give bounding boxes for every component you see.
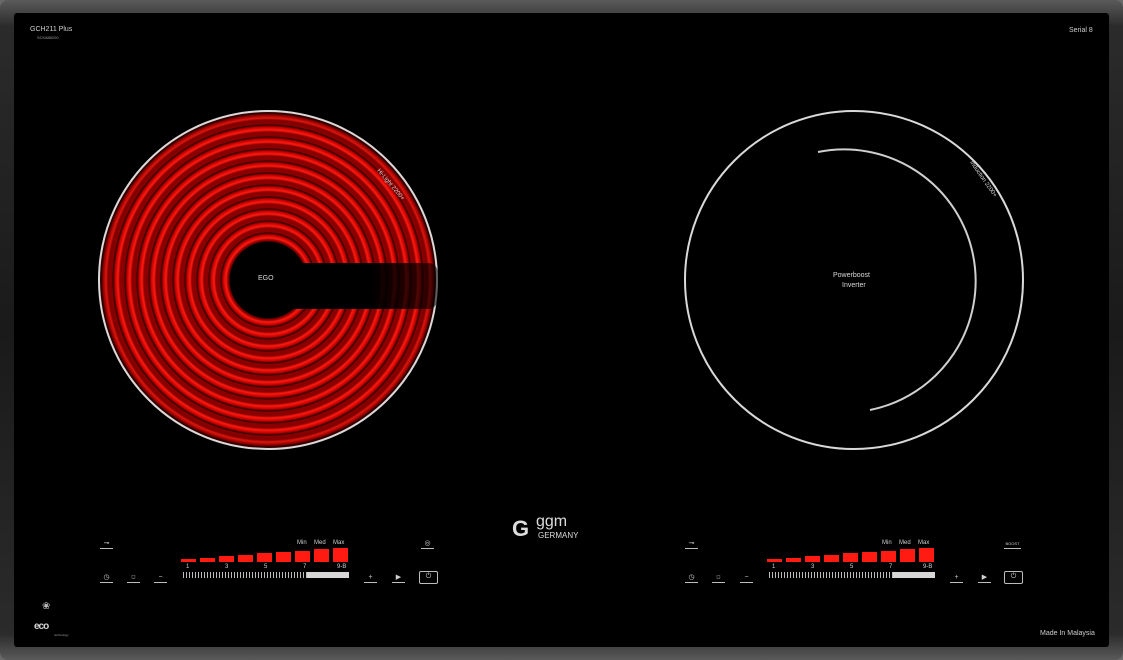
left-power-icon[interactable]: ⏻ xyxy=(419,571,438,584)
right-scale-5: 5 xyxy=(850,564,854,570)
left-scale-1: 1 xyxy=(186,564,190,570)
power-level-bar xyxy=(862,552,877,562)
right-level-max: Max xyxy=(918,540,930,546)
model-code: SCK888200 xyxy=(37,35,59,40)
right-power-icon[interactable]: ⏻ xyxy=(1004,571,1023,584)
left-zone-gap xyxy=(270,263,438,309)
eco-label: eco xyxy=(34,621,49,632)
left-minus-button[interactable]: − xyxy=(154,573,167,583)
power-level-bar xyxy=(314,549,329,562)
left-power-bars xyxy=(181,548,350,562)
right-zone-center-line1: Powerboost xyxy=(833,272,870,279)
power-level-bar xyxy=(276,552,291,562)
right-boost-icon[interactable]: BOOST xyxy=(1004,539,1021,549)
right-pause-icon[interactable]: ▶ xyxy=(978,573,991,583)
right-lock-key-icon[interactable]: ⊸ xyxy=(685,539,698,549)
serial-label: Serial 8 xyxy=(1069,27,1093,34)
left-scale-7: 7 xyxy=(303,564,307,570)
power-level-bar xyxy=(805,556,820,562)
power-level-bar xyxy=(333,548,348,562)
leaf-icon: ❀ xyxy=(42,601,51,612)
left-zone-center-label: EGO xyxy=(258,275,274,282)
power-level-bar xyxy=(257,553,272,562)
ggm-logo-letter: G xyxy=(512,516,530,541)
right-plus-button[interactable]: + xyxy=(950,573,963,583)
left-slider-fill xyxy=(307,572,349,578)
left-zone-size-icon[interactable]: ◻ xyxy=(127,573,140,583)
left-scale-3: 3 xyxy=(225,564,229,570)
brand-country: GERMANY xyxy=(538,531,579,540)
right-zone-center-line2: Inverter xyxy=(842,282,866,289)
left-plus-button[interactable]: + xyxy=(364,573,377,583)
power-level-bar xyxy=(824,555,839,562)
right-scale-7: 7 xyxy=(889,564,893,570)
right-scale-1: 1 xyxy=(772,564,776,570)
power-level-bar xyxy=(900,549,915,562)
right-timer-clock-icon[interactable]: ◷ xyxy=(685,573,698,583)
power-level-bar xyxy=(200,558,215,562)
left-scale-5: 5 xyxy=(264,564,268,570)
right-zone-size-icon[interactable]: ◻ xyxy=(712,573,725,583)
right-scale-3: 3 xyxy=(811,564,815,570)
right-power-bars xyxy=(767,548,936,562)
right-slider-fill xyxy=(893,572,935,578)
power-level-bar xyxy=(238,555,253,562)
power-level-bar xyxy=(181,559,196,562)
left-timer-clock-icon[interactable]: ◷ xyxy=(100,573,113,583)
left-lock-key-icon[interactable]: ⊸ xyxy=(100,539,113,549)
left-level-min: Min xyxy=(297,540,307,546)
power-level-bar xyxy=(295,551,310,562)
left-scale-9b: 9-B xyxy=(337,564,347,570)
brand-name: ggm xyxy=(536,513,568,530)
power-level-bar xyxy=(881,551,896,562)
power-level-bar xyxy=(219,556,234,562)
left-level-med: Med xyxy=(314,540,326,546)
right-scale-9b: 9-B xyxy=(923,564,933,570)
left-level-max: Max xyxy=(333,540,345,546)
eco-sub-label: technology xyxy=(54,633,69,637)
left-pause-icon[interactable]: ▶ xyxy=(392,573,405,583)
left-zone-ring-icon[interactable]: ◎ xyxy=(421,539,434,549)
model-name: GCH211 Plus xyxy=(30,26,73,33)
power-level-bar xyxy=(767,559,782,562)
right-level-min: Min xyxy=(882,540,892,546)
power-level-bar xyxy=(843,553,858,562)
right-minus-button[interactable]: − xyxy=(740,573,753,583)
eco-badge: ❀ eco technology xyxy=(30,601,70,637)
power-level-bar xyxy=(786,558,801,562)
power-level-bar xyxy=(919,548,934,562)
right-level-med: Med xyxy=(899,540,911,546)
made-in-label: Made In Malaysia xyxy=(1040,630,1095,637)
